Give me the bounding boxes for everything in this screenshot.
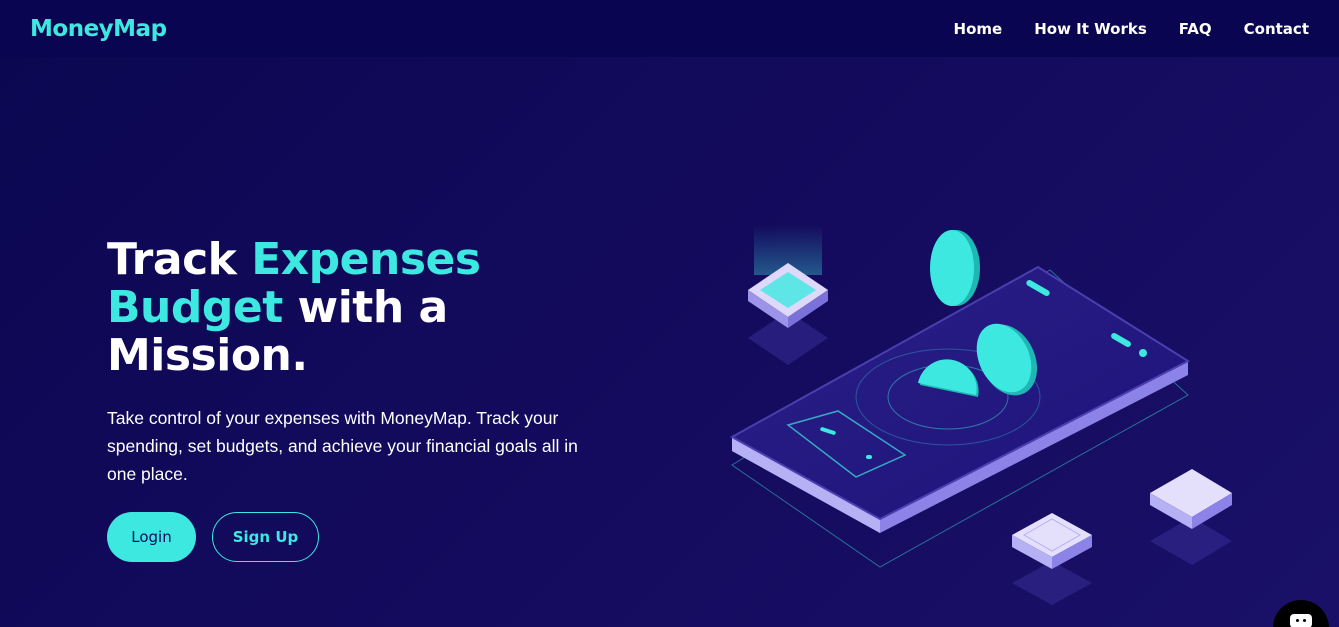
nav-faq-link[interactable]: FAQ — [1179, 20, 1212, 38]
hero-section: Track Expenses Budget with a Mission. Ta… — [107, 236, 627, 562]
hero-description: Take control of your expenses with Money… — [107, 408, 578, 484]
hero-title: Track Expenses Budget with a Mission. — [107, 236, 627, 380]
hero-title-mission: Mission. — [107, 330, 308, 381]
hero-title-budget: Budget — [107, 282, 283, 333]
isometric-phone-coins-illustration — [729, 225, 1232, 605]
nav-how-it-works-link[interactable]: How It Works — [1034, 20, 1147, 38]
hero-buttons: Login Sign Up — [107, 512, 627, 562]
hero-title-track: Track — [107, 234, 252, 285]
hero-title-with-a: with a — [282, 282, 449, 333]
hero-title-expenses: Expenses — [251, 234, 481, 285]
nav-contact-link[interactable]: Contact — [1244, 20, 1309, 38]
chat-bubble-icon — [1290, 614, 1312, 627]
brand-logo[interactable]: MoneyMap — [30, 16, 167, 42]
login-button[interactable]: Login — [107, 512, 196, 562]
chat-widget-button[interactable] — [1273, 600, 1329, 627]
nav-home-link[interactable]: Home — [954, 20, 1003, 38]
signup-button[interactable]: Sign Up — [212, 512, 319, 562]
navbar: MoneyMap Home How It Works FAQ Contact — [0, 0, 1339, 57]
nav-links: Home How It Works FAQ Contact — [954, 20, 1309, 38]
